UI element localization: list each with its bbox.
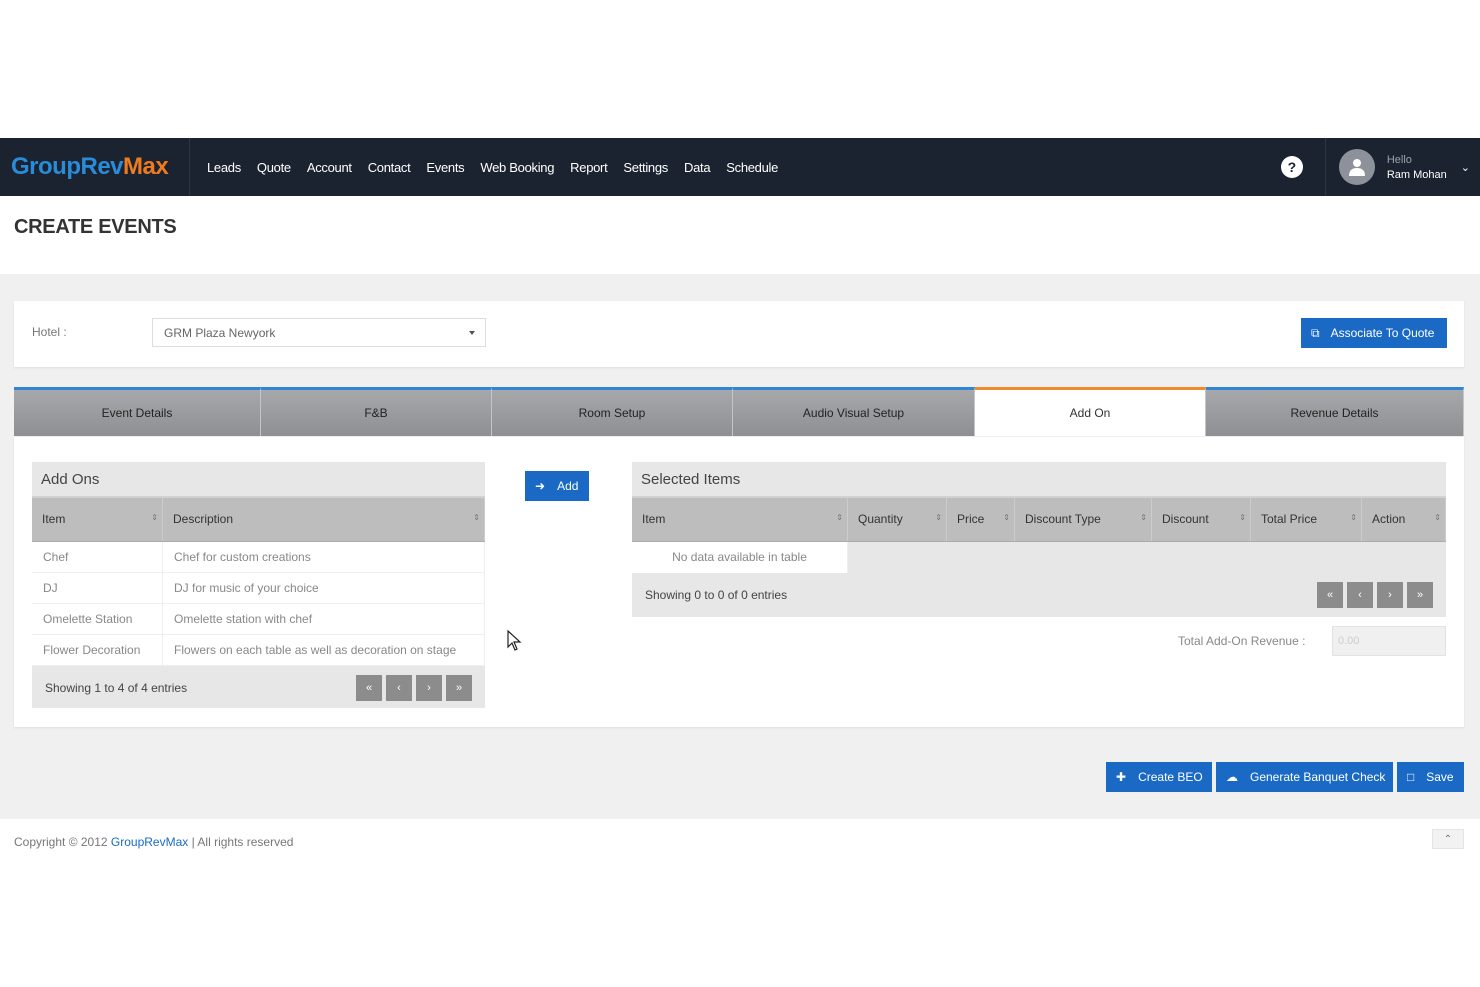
column-total-price[interactable]: Total Price ⇕ [1251, 498, 1362, 541]
last-page-button[interactable]: » [1407, 582, 1433, 608]
table-row[interactable]: Chef Chef for custom creations [32, 542, 485, 573]
sort-icon: ⇕ [836, 513, 843, 522]
prev-page-button[interactable]: ‹ [386, 675, 412, 701]
add-ons-table: Add Ons Item ⇕ Description ⇕ Chef Chef for… [32, 462, 485, 708]
sort-icon: ⇕ [1434, 513, 1441, 522]
nav-report[interactable]: Report [562, 160, 615, 175]
add-on-panel: Add Ons Item ⇕ Description ⇕ Chef Chef for… [14, 437, 1464, 727]
column-description[interactable]: Description ⇕ [163, 498, 485, 541]
mouse-cursor-icon [507, 630, 522, 651]
copyright-text: Copyright © 2012 GroupRevMax | All right… [14, 835, 294, 849]
sort-icon: ⇕ [1350, 513, 1357, 522]
next-page-button[interactable]: › [416, 675, 442, 701]
table-row[interactable]: Flower Decoration Flowers on each table … [32, 635, 485, 666]
column-discount-type[interactable]: Discount Type ⇕ [1015, 498, 1152, 541]
main-content: Hotel : GRM Plaza Newyork ⧉ Associate To… [0, 274, 1480, 819]
scroll-up-icon[interactable]: ⌃ [1432, 829, 1464, 849]
nav-settings[interactable]: Settings [615, 160, 676, 175]
hotel-select[interactable]: GRM Plaza Newyork [152, 318, 486, 347]
tab-event-details[interactable]: Event Details [14, 387, 261, 436]
nav-account[interactable]: Account [299, 160, 360, 175]
selected-entries-info: Showing 0 to 0 of 0 entries [645, 588, 788, 602]
avatar [1338, 149, 1375, 185]
user-icon [1348, 159, 1365, 176]
tab-fnb[interactable]: F&B [261, 387, 492, 436]
sort-icon: ⇕ [1003, 513, 1010, 522]
add-ons-entries-info: Showing 1 to 4 of 4 entries [45, 681, 188, 695]
brand-logo[interactable]: GroupRev Max [0, 138, 190, 196]
nav-schedule[interactable]: Schedule [718, 160, 786, 175]
nav-web-booking[interactable]: Web Booking [472, 160, 562, 175]
top-navbar: GroupRev Max Leads Quote Account Contact … [0, 138, 1480, 196]
tab-revenue-details[interactable]: Revenue Details [1206, 387, 1464, 436]
footer-brand-link[interactable]: GroupRevMax [111, 835, 188, 849]
column-quantity[interactable]: Quantity ⇕ [848, 498, 947, 541]
tab-audio-visual-setup[interactable]: Audio Visual Setup [733, 387, 975, 436]
selected-pagination: « ‹ › » [1313, 582, 1433, 608]
save-button[interactable]: □ Save [1397, 762, 1464, 792]
column-price[interactable]: Price ⇕ [947, 498, 1015, 541]
nav-contact[interactable]: Contact [360, 160, 419, 175]
sort-icon: ⇕ [1140, 513, 1147, 522]
caret-down-icon [469, 331, 475, 335]
save-icon: □ [1407, 770, 1415, 784]
column-item[interactable]: Item ⇕ [632, 498, 848, 541]
add-ons-pagination: « ‹ › » [352, 675, 472, 701]
link-icon: ⧉ [1311, 325, 1320, 340]
sort-icon: ⇕ [473, 513, 480, 522]
total-add-on-revenue-label: Total Add-On Revenue : [1178, 634, 1306, 648]
hotel-label: Hotel : [32, 325, 67, 339]
column-item[interactable]: Item ⇕ [32, 498, 163, 541]
empty-table-message: No data available in table [632, 542, 848, 573]
user-name: Ram Mohan [1386, 168, 1447, 181]
cloud-icon: ☁ [1226, 770, 1238, 784]
nav-quote[interactable]: Quote [249, 160, 299, 175]
add-ons-title: Add Ons [32, 462, 485, 498]
column-action[interactable]: Action ⇕ [1362, 498, 1446, 541]
last-page-button[interactable]: » [446, 675, 472, 701]
chevron-down-icon[interactable]: ⌄ [1461, 161, 1470, 174]
sort-icon: ⇕ [151, 513, 158, 522]
column-discount[interactable]: Discount ⇕ [1152, 498, 1251, 541]
total-add-on-revenue-field[interactable]: 0.00 [1332, 626, 1446, 656]
tab-room-setup[interactable]: Room Setup [492, 387, 733, 436]
tab-add-on[interactable]: Add On [975, 387, 1206, 436]
selected-items-table: Selected Items Item ⇕ Quantity ⇕ Price ⇕ Di… [632, 462, 1446, 617]
table-header: Item ⇕ Description ⇕ [32, 498, 485, 542]
help-icon[interactable]: ? [1280, 156, 1303, 178]
selected-items-title: Selected Items [632, 462, 1446, 498]
footer: Copyright © 2012 GroupRevMax | All right… [0, 819, 1480, 849]
table-header: Item ⇕ Quantity ⇕ Price ⇕ Discount Type ⇕ Di… [632, 498, 1446, 542]
first-page-button[interactable]: « [356, 675, 382, 701]
page-title: CREATE EVENTS [14, 216, 177, 238]
generate-banquet-check-button[interactable]: ☁ Generate Banquet Check [1216, 762, 1393, 792]
table-row[interactable]: DJ DJ for music of your choice [32, 573, 485, 604]
sort-icon: ⇕ [935, 513, 942, 522]
prev-page-button[interactable]: ‹ [1347, 582, 1373, 608]
first-page-button[interactable]: « [1317, 582, 1343, 608]
plus-icon: ✚ [1116, 770, 1127, 784]
nav-leads[interactable]: Leads [199, 160, 249, 175]
nav-events[interactable]: Events [418, 160, 472, 175]
hotel-card: Hotel : GRM Plaza Newyork ⧉ Associate To… [14, 301, 1464, 367]
event-tabs: Event Details F&B Room Setup Audio Visua… [14, 387, 1464, 437]
nav-data[interactable]: Data [676, 160, 718, 175]
main-nav: Leads Quote Account Contact Events Web B… [199, 160, 786, 175]
add-button[interactable]: ➜ Add [525, 471, 589, 501]
sort-icon: ⇕ [1239, 513, 1246, 522]
create-beo-button[interactable]: ✚ Create BEO [1106, 762, 1212, 792]
arrow-right-icon: ➜ [535, 479, 546, 493]
user-menu[interactable]: Hello Ram Mohan ⌄ [1324, 138, 1480, 196]
table-row[interactable]: Omelette Station Omelette station with c… [32, 604, 485, 635]
associate-to-quote-button[interactable]: ⧉ Associate To Quote [1301, 318, 1447, 348]
next-page-button[interactable]: › [1377, 582, 1403, 608]
user-greeting: Hello [1386, 153, 1412, 166]
